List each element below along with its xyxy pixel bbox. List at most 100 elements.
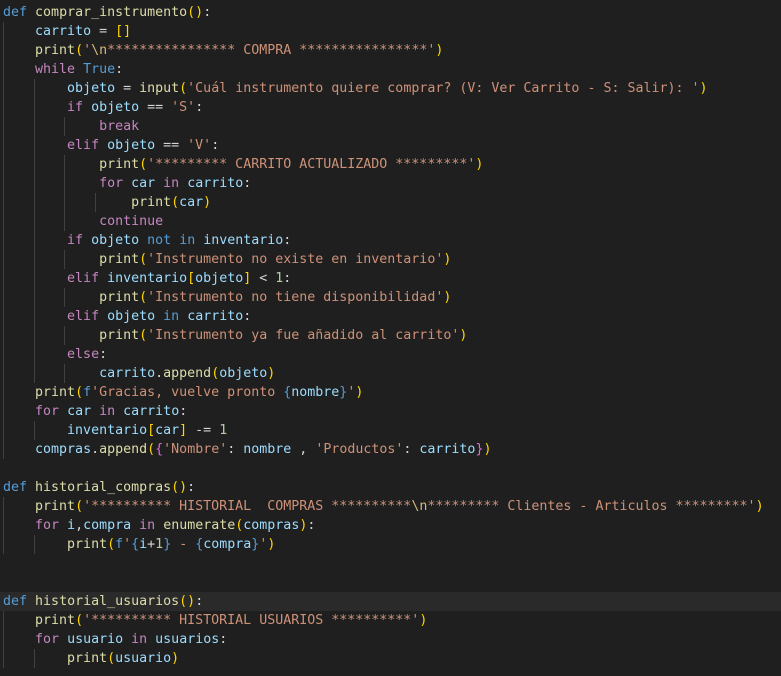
code-token: enumerate xyxy=(163,518,236,533)
indent-guide xyxy=(3,516,4,535)
code-token: nombre xyxy=(243,442,292,457)
code-line[interactable]: inventario[car] -= 1 xyxy=(0,421,781,440)
code-token: usuario xyxy=(115,651,172,666)
code-token: print xyxy=(67,651,108,666)
code-token: compras xyxy=(243,518,300,533)
code-token: ) xyxy=(443,290,452,305)
indent-guide xyxy=(3,440,4,459)
code-token: ) xyxy=(267,537,276,552)
indent-guide xyxy=(3,269,4,288)
code-token: print xyxy=(67,537,108,552)
indent-guide xyxy=(3,212,4,231)
code-token: { xyxy=(155,442,164,457)
code-line[interactable]: print(f'Gracias, vuelve pronto {nombre}'… xyxy=(0,383,781,402)
code-line[interactable]: if objeto == 'S': xyxy=(0,98,781,117)
code-line[interactable]: else: xyxy=(0,345,781,364)
code-token: if xyxy=(67,100,84,115)
code-token: car xyxy=(155,423,180,438)
code-token: ) xyxy=(355,385,364,400)
code-line[interactable]: if objeto not in inventario: xyxy=(0,231,781,250)
code-token: print xyxy=(35,43,76,58)
code-token: objeto xyxy=(91,100,140,115)
code-token: print xyxy=(35,385,76,400)
code-line[interactable]: print('Instrumento no tiene disponibilid… xyxy=(0,288,781,307)
code-editor[interactable]: def comprar_instrumento(): carrito = [] … xyxy=(0,0,781,676)
indent-guide xyxy=(33,212,35,231)
code-line[interactable]: while True: xyxy=(0,60,781,79)
code-line[interactable]: elif inventario[objeto] < 1: xyxy=(0,269,781,288)
code-token: } xyxy=(163,537,172,552)
code-token: ( xyxy=(179,81,188,96)
code-token: : xyxy=(283,271,292,286)
code-token: compras xyxy=(35,442,92,457)
code-line[interactable]: compras.append({'Nombre': nombre , 'Prod… xyxy=(0,440,781,459)
code-line[interactable]: print(f'{i+1} - {compra}') xyxy=(0,535,781,554)
code-token: i xyxy=(67,518,76,533)
code-token: for xyxy=(99,176,124,191)
code-line[interactable]: print('Instrumento no existe en inventar… xyxy=(0,250,781,269)
code-line[interactable] xyxy=(0,459,781,478)
code-line[interactable]: def comprar_instrumento(): xyxy=(0,3,781,22)
code-token: ********* Clientes - Articulos *********… xyxy=(427,499,756,514)
code-token: : xyxy=(219,632,228,647)
code-line[interactable]: for usuario in usuarios: xyxy=(0,630,781,649)
code-line[interactable]: for car in carrito: xyxy=(0,402,781,421)
code-token: print xyxy=(99,252,140,267)
code-line[interactable]: elif objeto == 'V': xyxy=(0,136,781,155)
code-token: f xyxy=(83,385,92,400)
code-token: : xyxy=(243,309,252,324)
indent-guide xyxy=(33,136,35,155)
code-line[interactable]: print('********** HISTORIAL COMPRAS ****… xyxy=(0,497,781,516)
code-token: print xyxy=(99,290,140,305)
code-line[interactable]: elif objeto in carrito: xyxy=(0,307,781,326)
code-line[interactable]: for car in carrito: xyxy=(0,174,781,193)
code-token: == xyxy=(155,138,188,153)
indent-guide xyxy=(3,402,4,421)
code-line[interactable]: print('********** HISTORIAL USUARIOS ***… xyxy=(0,611,781,630)
indent-guide xyxy=(3,611,4,630)
code-line[interactable]: print('********* CARRITO ACTUALIZADO ***… xyxy=(0,155,781,174)
code-line[interactable]: objeto = input('Cuál instrumento quiere … xyxy=(0,79,781,98)
code-line[interactable]: def historial_usuarios(): xyxy=(0,592,781,611)
code-token: elif xyxy=(67,271,100,286)
code-line[interactable]: carrito = [] xyxy=(0,22,781,41)
code-line[interactable]: print('Instrumento ya fue añadido al car… xyxy=(0,326,781,345)
code-line[interactable] xyxy=(0,554,781,573)
code-token: ( xyxy=(139,157,148,172)
code-token: ( xyxy=(139,328,148,343)
code-token: ) xyxy=(195,5,204,20)
code-token: 'Cuál instrumento quiere comprar? (V: Ve… xyxy=(187,81,700,96)
indent-guide xyxy=(3,41,4,60)
code-line[interactable]: def historial_compras(): xyxy=(0,478,781,497)
code-line[interactable] xyxy=(0,573,781,592)
code-line[interactable]: continue xyxy=(0,212,781,231)
code-line[interactable]: print(usuario) xyxy=(0,649,781,668)
indent-guide xyxy=(64,117,65,136)
indent-guide xyxy=(64,155,65,174)
indent-guide xyxy=(3,117,4,136)
code-token: -= xyxy=(187,423,220,438)
indent-guide xyxy=(3,136,4,155)
code-line[interactable]: break xyxy=(0,117,781,136)
code-line[interactable]: for i,compra in enumerate(compras): xyxy=(0,516,781,535)
indent-guide xyxy=(64,250,65,269)
code-token: : xyxy=(307,518,316,533)
code-token: carrito xyxy=(419,442,476,457)
code-line[interactable]: carrito.append(objeto) xyxy=(0,364,781,383)
code-token: + xyxy=(147,537,156,552)
code-token: append xyxy=(99,442,148,457)
code-line[interactable]: print(car) xyxy=(0,193,781,212)
code-token: [ xyxy=(187,271,196,286)
code-line[interactable]: print('\n**************** COMPRA *******… xyxy=(0,41,781,60)
indent-guide xyxy=(33,193,35,212)
indent-guide xyxy=(3,307,4,326)
